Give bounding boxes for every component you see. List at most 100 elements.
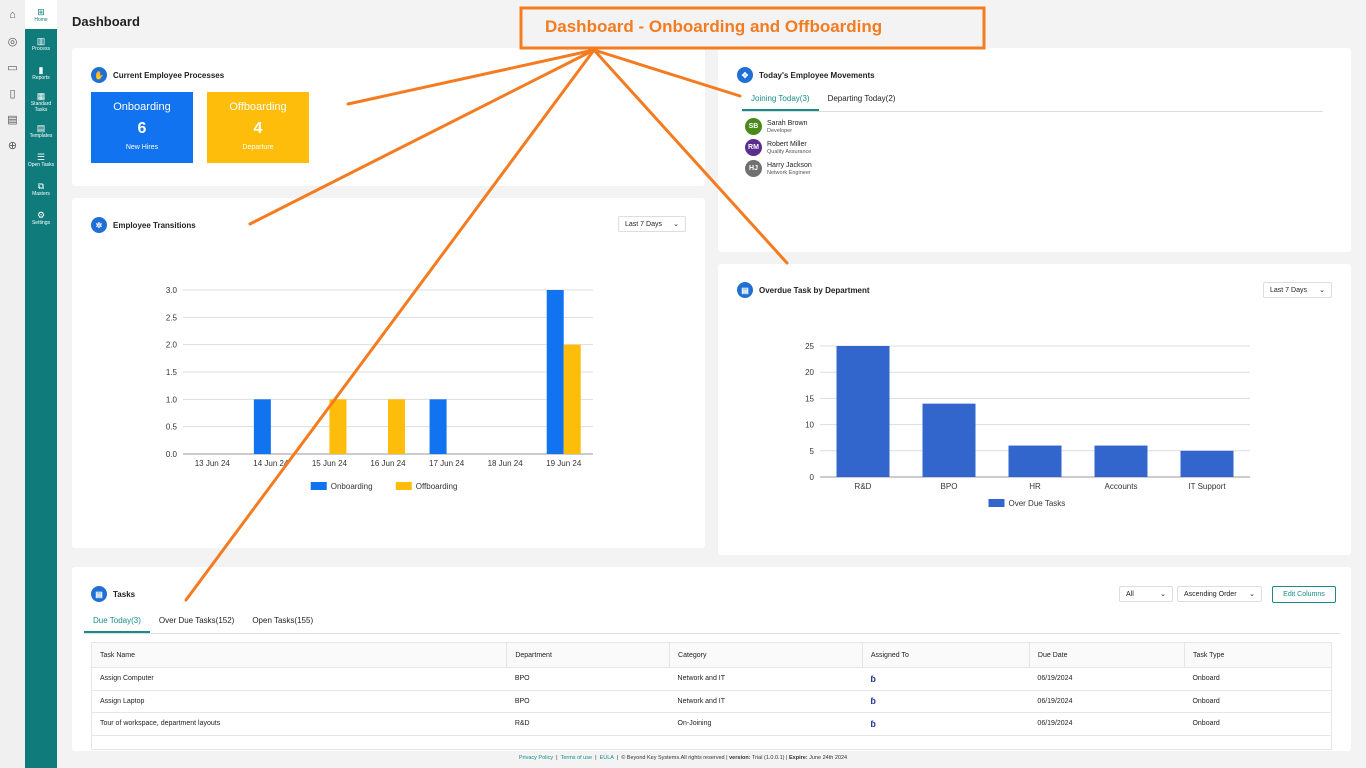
table-cell: Assign Laptop — [91, 690, 507, 713]
eula-link[interactable]: EULA — [600, 755, 614, 761]
table-cell: 06/19/2024 — [1029, 690, 1185, 713]
sidebar-item-settings[interactable]: ⚙ Settings — [25, 203, 57, 232]
table-cell: Tour of workspace, department layouts — [91, 712, 507, 736]
sort-order-select[interactable]: Ascending Order ⌄ — [1177, 586, 1262, 602]
database-icon[interactable]: ▤ — [0, 106, 25, 132]
tab-joining-today[interactable]: Joining Today(3) — [742, 90, 819, 111]
people-list: SB Sarah Brown Developer RM Robert Miller Qua… — [745, 118, 812, 181]
card-title: Employee Transitions — [113, 220, 196, 230]
column-header[interactable]: Assigned To — [861, 642, 1030, 668]
card-title: Tasks — [113, 589, 136, 599]
tile-sub: Departure — [242, 144, 274, 151]
tab-departing-today[interactable]: Departing Today(2) — [819, 90, 905, 111]
select-value: All — [1126, 590, 1134, 598]
column-header[interactable]: Category — [669, 642, 863, 668]
table-cell: BPO — [506, 667, 670, 691]
tab-due-today[interactable]: Due Today(3) — [84, 612, 150, 633]
tile-count: 6 — [137, 120, 147, 137]
terms-link[interactable]: Terms of use — [561, 755, 592, 761]
annotation-box — [519, 6, 986, 50]
sidebar-item-label: Settings — [31, 219, 51, 226]
page-title: Dashboard — [72, 14, 140, 29]
select-value: Ascending Order — [1184, 590, 1237, 598]
tile-label: Offboarding — [229, 101, 287, 113]
chevron-down-icon: ⌄ — [673, 221, 679, 228]
table-header: Task Name Department Category Assigned To Du… — [91, 642, 1332, 668]
briefcase-icon: ▥ — [36, 35, 46, 46]
sidebar-item-standard-tasks[interactable]: ▦ Standard Tasks — [25, 87, 57, 116]
sidebar-item-reports[interactable]: ▮ Reports — [25, 58, 57, 87]
sidebar-item-label: Standard Tasks — [30, 100, 52, 113]
version-label: version: — [729, 755, 751, 761]
avatar: HJ — [745, 160, 762, 177]
list-icon: ☰ — [36, 151, 46, 162]
privacy-policy-link[interactable]: Privacy Policy — [519, 755, 553, 761]
person-name: Robert Miller — [767, 140, 807, 148]
select-value: Last 7 Days — [625, 220, 662, 228]
sidebar-item-label: Reports — [32, 74, 50, 81]
table-row[interactable]: Assign Laptop BPO Network and IT ɓ 06/19/202… — [91, 690, 1332, 713]
column-header[interactable]: Task Type — [1183, 642, 1332, 668]
version: Trial (1.0.0.1) — [751, 755, 785, 761]
onboarding-tile[interactable]: Onboarding 6 New Hires — [91, 92, 193, 163]
person-item[interactable]: HJ Harry Jackson Network Engineer — [745, 160, 812, 177]
person-name: Harry Jackson — [767, 161, 812, 169]
table-cell: On-Joining — [669, 712, 863, 736]
task-icon: ▤ — [737, 282, 753, 298]
move-icon: ✥ — [737, 67, 753, 83]
table-row[interactable]: Tour of workspace, department layouts R&D… — [91, 712, 1332, 736]
expire-label: Expire: — [788, 755, 808, 761]
avatar: SB — [745, 118, 762, 135]
document-icon[interactable]: ▯ — [0, 80, 25, 106]
home-icon[interactable]: ⌂ — [0, 2, 25, 28]
avatar: RM — [745, 139, 762, 156]
card-title: Today's Employee Movements — [759, 70, 875, 80]
table-cell: Network and IT — [669, 690, 863, 713]
expire: June 24th 2024 — [809, 755, 848, 761]
user-avatar-icon: ɓ — [870, 673, 876, 684]
id-card-icon[interactable]: ▭ — [0, 54, 25, 80]
assignee-cell: ɓ — [862, 667, 1030, 691]
annotation-title: Dashboard - Onboarding and Offboarding — [545, 17, 882, 36]
person-item[interactable]: RM Robert Miller Quality Assurance — [745, 139, 812, 156]
column-header[interactable]: Department — [506, 642, 670, 668]
footer: Privacy Policy | Terms of use | EULA | ©… — [518, 755, 848, 761]
sidebar-item-templates[interactable]: ▤ Templates — [25, 116, 57, 145]
handshake-icon: ✋ — [91, 67, 107, 83]
bar-chart-icon: ▮ — [38, 64, 44, 75]
column-header[interactable]: Due Date — [1028, 642, 1185, 668]
table-cell: 06/19/2024 — [1029, 712, 1185, 736]
employee-transitions-card: ✲ Employee Transitions Last 7 Days ⌄ — [72, 198, 705, 548]
sidebar-item-label: Templates — [29, 132, 53, 139]
edit-columns-button[interactable]: Edit Columns — [1272, 586, 1336, 603]
copyright: © Beyond Key Systems.All rights reserved — [621, 755, 725, 761]
current-processes-card: ✋ Current Employee Processes Onboarding 6… — [72, 48, 705, 186]
gear-icon: ⚙ — [36, 209, 46, 220]
table-row[interactable]: Assign Computer BPO Network and IT ɓ 06/19/2… — [91, 667, 1332, 691]
globe-icon[interactable]: ◎ — [0, 28, 25, 54]
tab-open-tasks[interactable]: Open Tasks(155) — [243, 612, 322, 633]
transition-icon: ✲ — [91, 217, 107, 233]
plus-circle-icon[interactable]: ⊕ — [0, 132, 25, 158]
tasks-card: ▤ Tasks All ⌄ Ascending Order ⌄ Edit Column… — [72, 567, 1351, 751]
assignee-cell: ɓ — [862, 712, 1030, 736]
sidebar-item-masters[interactable]: ⧉ Masters — [25, 174, 57, 203]
sidebar-item-label: Masters — [32, 190, 50, 197]
overdue-period-select[interactable]: Last 7 Days ⌄ — [1263, 282, 1332, 298]
offboarding-tile[interactable]: Offboarding 4 Departure — [207, 92, 309, 163]
table-cell: Onboard — [1184, 667, 1332, 691]
sidebar-item-process[interactable]: ▥ Process — [25, 29, 57, 58]
grid-icon: ⊞ — [37, 6, 45, 17]
table-cell: BPO — [506, 690, 670, 713]
person-name: Sarah Brown — [767, 119, 808, 127]
transitions-period-select[interactable]: Last 7 Days ⌄ — [618, 216, 686, 232]
user-avatar-icon: ɓ — [870, 696, 876, 707]
person-item[interactable]: SB Sarah Brown Developer — [745, 118, 812, 135]
chevron-down-icon: ⌄ — [1160, 591, 1166, 598]
tab-over-due-tasks[interactable]: Over Due Tasks(152) — [150, 612, 243, 633]
sidebar-item-open-tasks[interactable]: ☰ Open Tasks — [25, 145, 57, 174]
column-header[interactable]: Task Name — [91, 642, 507, 668]
person-role: Developer — [767, 127, 793, 134]
task-filter-select[interactable]: All ⌄ — [1119, 586, 1173, 602]
sidebar-item-home[interactable]: ⊞ Home — [25, 0, 57, 29]
